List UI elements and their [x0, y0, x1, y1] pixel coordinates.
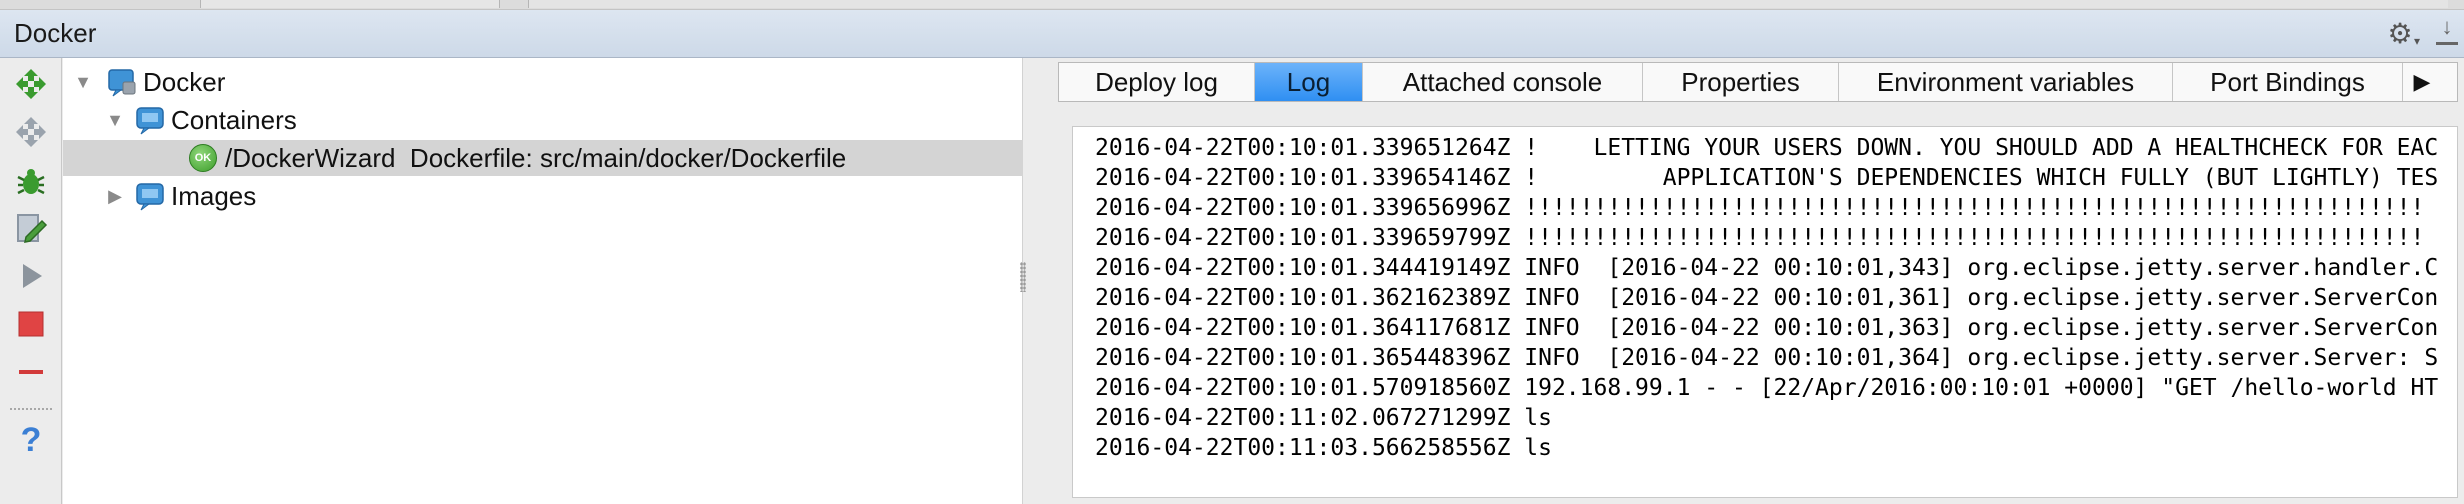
log-line: 2016-04-22T00:10:01.339651264Z ! LETTING…: [1095, 135, 2439, 161]
editor-tab-strip: [0, 0, 2464, 10]
ok-status-icon: OK: [189, 144, 217, 172]
tree-node-docker[interactable]: ▼ Docker: [63, 64, 1023, 100]
tab-deploy-log[interactable]: Deploy log: [1059, 63, 1255, 101]
editor-tab-fragment[interactable]: [528, 0, 2448, 8]
tree-node-label: Containers: [171, 104, 297, 135]
edit-configuration-icon[interactable]: [11, 208, 51, 248]
tab-environment-variables[interactable]: Environment variables: [1839, 63, 2173, 101]
start-icon[interactable]: [11, 256, 51, 296]
log-console[interactable]: 2016-04-22T00:10:01.339651264Z ! LETTING…: [1072, 126, 2458, 498]
details-panel: Deploy log Log Attached console Properti…: [1054, 58, 2464, 504]
tree-node-label: Images: [171, 180, 257, 211]
tree-node-label: /DockerWizard Dockerfile: src/main/docke…: [225, 142, 847, 173]
redeploy-icon[interactable]: [11, 112, 51, 152]
details-tabs: Deploy log Log Attached console Properti…: [1058, 62, 2458, 102]
tab-port-bindings[interactable]: Port Bindings: [2173, 63, 2403, 101]
delete-icon[interactable]: [11, 352, 51, 392]
tool-window-title: Docker: [14, 18, 97, 48]
log-line: 2016-04-22T00:10:01.344419149Z INFO [201…: [1095, 255, 2439, 281]
log-line: 2016-04-22T00:10:01.364117681Z INFO [201…: [1095, 315, 2439, 341]
tree-node-label: Docker: [143, 66, 226, 97]
tab-properties[interactable]: Properties: [1643, 63, 1839, 101]
help-icon[interactable]: ?: [11, 420, 51, 460]
docker-toolbar: ?: [0, 58, 62, 504]
docker-tool-window: Docker ⚙ ▾ ↓ ? ▼ Docker ▼ Containers OK …: [0, 0, 2464, 504]
docker-tree: ▼ Docker ▼ Containers OK /DockerWizard D…: [63, 58, 1023, 504]
log-line: 2016-04-22T00:10:01.365448396Z INFO [201…: [1095, 345, 2439, 371]
toolbar-separator: [10, 408, 52, 410]
log-line: 2016-04-22T00:10:01.339654146Z ! APPLICA…: [1095, 165, 2439, 191]
gear-icon[interactable]: ⚙: [2384, 18, 2416, 50]
help-label: ?: [20, 420, 42, 459]
deploy-icon[interactable]: [11, 64, 51, 104]
expand-arrow-icon[interactable]: ▼: [105, 110, 125, 130]
log-line: 2016-04-22T00:11:03.566258556Z ls: [1095, 435, 1552, 461]
panel-splitter[interactable]: [1023, 58, 1054, 504]
hide-tool-window-icon[interactable]: ↓: [2434, 14, 2460, 50]
log-line: 2016-04-22T00:10:01.339659799Z !!!!!!!!!…: [1095, 225, 2425, 251]
log-line: 2016-04-22T00:11:02.067271299Z ls: [1095, 405, 1552, 431]
tabs-overflow-arrow-icon[interactable]: ▶: [2403, 63, 2441, 101]
docker-node-icon: [135, 105, 165, 135]
debug-icon[interactable]: [11, 162, 51, 202]
tree-node-images[interactable]: ▶ Images: [63, 178, 1023, 214]
log-line: 2016-04-22T00:10:01.339656996Z !!!!!!!!!…: [1095, 195, 2425, 221]
log-line: 2016-04-22T00:10:01.362162389Z INFO [201…: [1095, 285, 2439, 311]
gear-dropdown-icon[interactable]: ▾: [2414, 34, 2420, 48]
collapse-arrow-icon[interactable]: ▶: [105, 186, 125, 206]
splitter-grip[interactable]: [1020, 262, 1026, 292]
tool-window-header: Docker ⚙ ▾ ↓: [0, 10, 2464, 58]
tab-attached-console[interactable]: Attached console: [1363, 63, 1643, 101]
tree-node-container-dockerwizard[interactable]: OK /DockerWizard Dockerfile: src/main/do…: [63, 140, 1023, 176]
stop-icon[interactable]: [11, 304, 51, 344]
log-line: 2016-04-22T00:10:01.570918560Z 192.168.9…: [1095, 375, 2439, 401]
tree-node-containers[interactable]: ▼ Containers: [63, 102, 1023, 138]
expand-arrow-icon[interactable]: ▼: [73, 72, 93, 92]
docker-server-icon: [107, 67, 137, 97]
tab-log[interactable]: Log: [1255, 63, 1363, 101]
editor-tab-fragment[interactable]: [200, 0, 500, 8]
docker-node-icon: [135, 181, 165, 211]
